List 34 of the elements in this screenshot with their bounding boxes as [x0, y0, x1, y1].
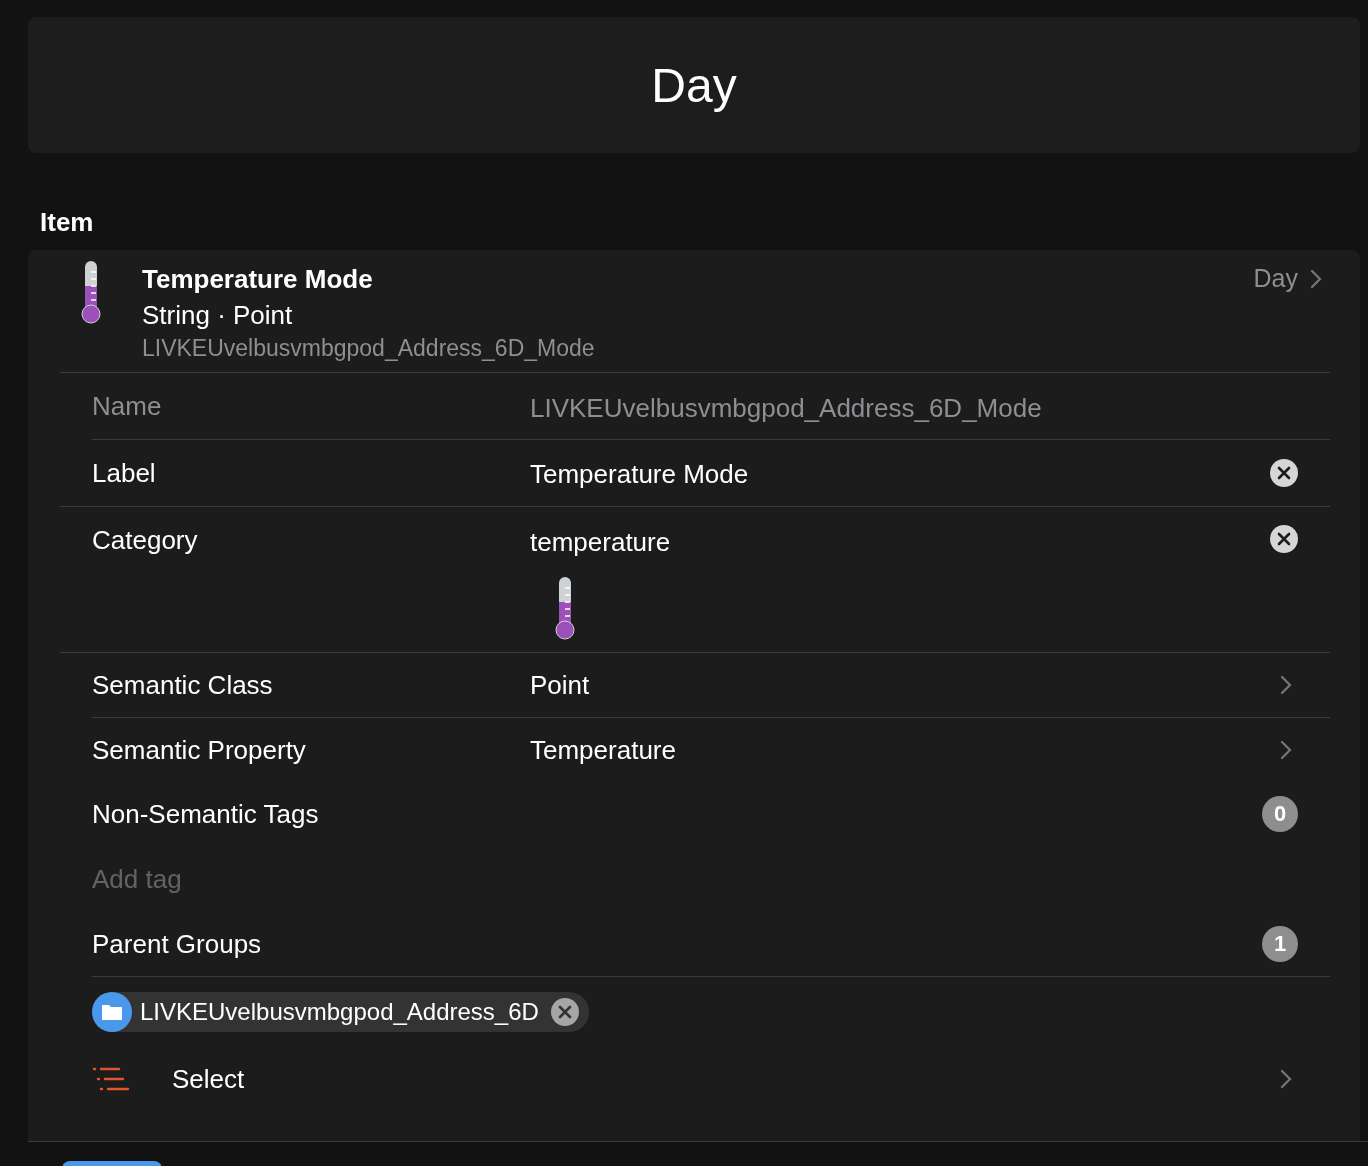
item-label: Temperature Mode [142, 263, 374, 296]
field-value: Temperature [530, 734, 677, 766]
field-label: Semantic Class [92, 669, 274, 701]
field-label: Label [92, 457, 157, 489]
count-badge: 0 [1262, 796, 1298, 832]
input-field[interactable]: Temperature Mode [530, 456, 1270, 490]
group-chip[interactable]: LIVKEUvelbusvmbgpod_Address_6D [92, 992, 589, 1032]
remove-icon[interactable] [550, 998, 579, 1026]
chevron-icon[interactable] [1280, 740, 1292, 760]
field-value: LIVKEUvelbusvmbgpod_Address_6D_Mode [530, 391, 1043, 424]
state-link[interactable]: Day [1253, 264, 1322, 293]
select-link[interactable]: Select [172, 1063, 1280, 1095]
thermometer-icon [555, 576, 575, 642]
field-label: Category [92, 525, 199, 556]
chevron-icon[interactable] [1280, 675, 1292, 695]
field-label: Parent Groups [92, 928, 263, 960]
chevron-icon [1310, 268, 1322, 289]
field-label: Non-Semantic Tags [92, 798, 320, 830]
add-tag-field[interactable]: Add tag [92, 859, 392, 899]
count-badge: 1 [1262, 926, 1298, 962]
field-label: Name [92, 390, 163, 422]
input-field[interactable]: temperature [530, 525, 1270, 558]
item-type: String · Point [142, 299, 294, 332]
clear-icon[interactable] [1270, 525, 1298, 553]
thermometer-icon [80, 260, 102, 326]
section-title: Item [40, 207, 95, 238]
folder-icon [92, 992, 132, 1032]
list-icon [92, 1067, 130, 1091]
chevron-icon[interactable] [1280, 1069, 1292, 1089]
clear-icon[interactable] [1270, 459, 1298, 487]
item-name: LIVKEUvelbusvmbgpod_Address_6D_Mode [142, 334, 596, 363]
field-value: Point [530, 669, 591, 701]
page-title: Day [651, 57, 737, 113]
field-label: Semantic Property [92, 734, 307, 766]
